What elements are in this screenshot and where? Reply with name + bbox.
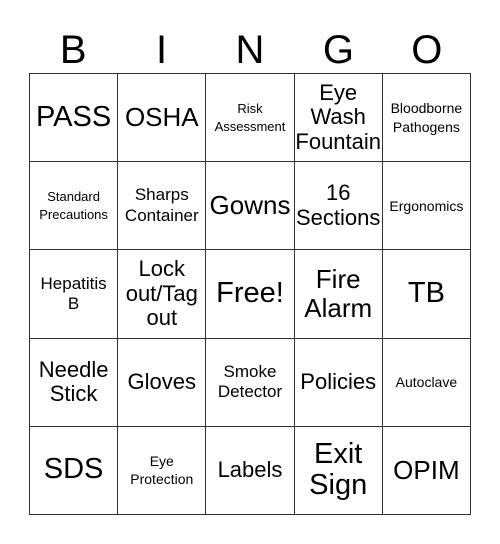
bingo-cell[interactable]: Standard Precautions bbox=[30, 162, 119, 251]
bingo-cell[interactable]: SDS bbox=[30, 426, 119, 515]
bingo-grid: PASS OSHA Risk Assessment Eye Wash Fountain… bbox=[29, 73, 471, 515]
bingo-cell[interactable]: TB bbox=[382, 250, 471, 339]
bingo-cell[interactable]: Fire Alarm bbox=[294, 250, 383, 339]
header-letter-o: O bbox=[411, 28, 443, 72]
bingo-cell[interactable]: OPIM bbox=[382, 426, 471, 515]
bingo-header: B I N G O bbox=[29, 26, 471, 74]
bingo-cell[interactable]: Labels bbox=[206, 426, 295, 515]
bingo-cell[interactable]: Exit Sign bbox=[294, 426, 383, 515]
bingo-cell[interactable]: Smoke Detector bbox=[206, 338, 295, 427]
header-letter-n: N bbox=[235, 28, 265, 72]
bingo-cell[interactable]: Gowns bbox=[206, 162, 295, 251]
bingo-cell[interactable]: Hepatitis B bbox=[30, 250, 119, 339]
bingo-cell[interactable]: Lock out/Tag out bbox=[118, 250, 207, 339]
bingo-cell[interactable]: Needle Stick bbox=[30, 338, 119, 427]
header-letter-b: B bbox=[59, 28, 87, 72]
bingo-cell[interactable]: OSHA bbox=[118, 74, 207, 163]
bingo-cell[interactable]: Autoclave bbox=[382, 338, 471, 427]
bingo-cell[interactable]: Ergonomics bbox=[382, 162, 471, 251]
bingo-free-space[interactable]: Free! bbox=[206, 250, 295, 339]
header-letter-i: I bbox=[156, 28, 168, 72]
bingo-cell[interactable]: Risk Assessment bbox=[206, 74, 295, 163]
bingo-cell[interactable]: 16 Sections bbox=[294, 162, 383, 251]
bingo-cell[interactable]: PASS bbox=[30, 74, 119, 163]
bingo-cell[interactable]: Bloodborne Pathogens bbox=[382, 74, 471, 163]
bingo-cell[interactable]: Eye Wash Fountain bbox=[294, 74, 383, 163]
header-letter-g: G bbox=[322, 28, 354, 72]
bingo-cell[interactable]: Gloves bbox=[118, 338, 207, 427]
bingo-cell[interactable]: Eye Protection bbox=[118, 426, 207, 515]
bingo-cell[interactable]: Policies bbox=[294, 338, 383, 427]
bingo-cell[interactable]: Sharps Container bbox=[118, 162, 207, 251]
